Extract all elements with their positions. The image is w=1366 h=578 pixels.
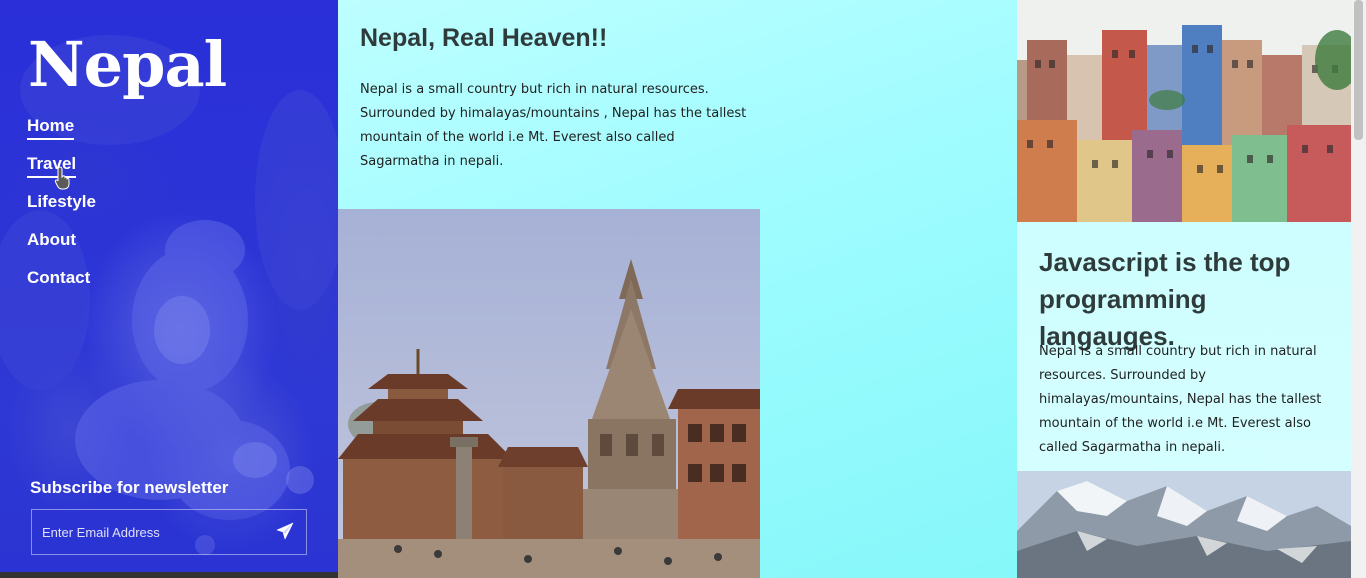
newsletter-send-button[interactable] xyxy=(274,522,296,542)
site-logo[interactable]: Nepal xyxy=(28,28,227,101)
scrollbar-thumb[interactable] xyxy=(1354,0,1363,140)
sidebar: Nepal Home Travel Lifestyle About Contac… xyxy=(0,0,338,572)
temple-illustration xyxy=(338,209,760,578)
mountain-illustration xyxy=(1017,471,1351,578)
nav-item-home: Home xyxy=(27,116,96,154)
newsletter-form xyxy=(31,509,307,555)
nav-link-home[interactable]: Home xyxy=(27,116,75,140)
main-navigation: Home Travel Lifestyle About Contact xyxy=(27,116,96,306)
nav-link-contact[interactable]: Contact xyxy=(27,268,90,290)
main-article-title: Nepal, Real Heaven!! xyxy=(360,24,608,52)
newsletter-email-input[interactable] xyxy=(42,510,262,554)
temple-image xyxy=(338,209,760,578)
nav-link-lifestyle[interactable]: Lifestyle xyxy=(27,192,96,214)
city-houses-image xyxy=(1017,0,1351,222)
mountain-image xyxy=(1017,471,1351,578)
right-article-title: Javascript is the top programming langau… xyxy=(1039,247,1291,351)
nav-item-contact: Contact xyxy=(27,268,96,306)
nav-item-lifestyle: Lifestyle xyxy=(27,192,96,230)
newsletter-title: Subscribe for newsletter xyxy=(30,478,229,497)
hand-pointer-cursor-icon xyxy=(54,166,70,190)
nav-link-about[interactable]: About xyxy=(27,230,76,252)
main-article-text: Nepal is a small country but rich in nat… xyxy=(360,82,747,169)
page-scrollbar[interactable] xyxy=(1351,0,1366,578)
right-article-text: Nepal is a small country but rich in nat… xyxy=(1039,344,1322,455)
nav-item-about: About xyxy=(27,230,96,268)
city-houses-illustration xyxy=(1017,0,1351,222)
paper-plane-icon xyxy=(276,522,294,540)
